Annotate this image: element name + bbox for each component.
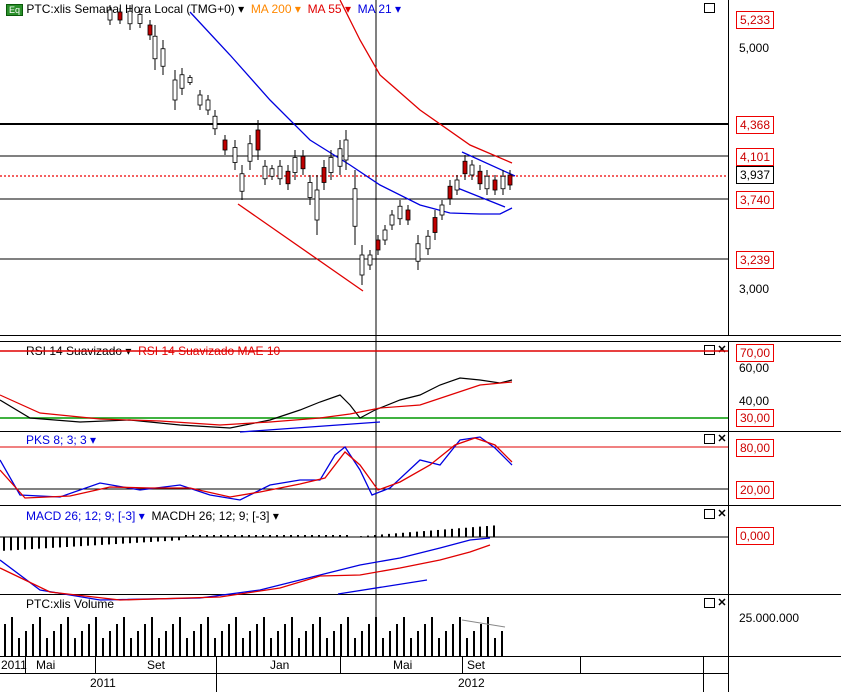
candle-body — [477, 170, 483, 185]
candle-body — [382, 229, 388, 241]
chart-drawings — [0, 0, 728, 656]
candle-body — [179, 74, 185, 89]
rsi-line — [0, 377, 513, 429]
candle-body — [269, 168, 275, 177]
candle-body — [432, 217, 438, 233]
candle-body — [262, 165, 268, 180]
candle-body — [292, 157, 298, 173]
pks-k-line — [0, 436, 513, 501]
candle-body — [462, 160, 468, 175]
trendline — [237, 203, 364, 292]
candle-body — [147, 24, 153, 36]
candle-body — [389, 214, 395, 226]
candle-body — [277, 165, 283, 180]
candle-body — [247, 143, 253, 162]
candle-body — [367, 254, 373, 266]
ma21-line — [189, 11, 513, 215]
candle-body — [285, 170, 291, 185]
candle-body — [187, 77, 193, 83]
candle-body — [492, 179, 498, 191]
candle-body — [307, 182, 313, 198]
candle-body — [439, 204, 445, 216]
macd-trendline — [337, 579, 428, 595]
volume-trendline — [461, 619, 506, 628]
candle-body — [405, 209, 411, 221]
candle-body — [484, 175, 490, 190]
candle-body — [222, 139, 228, 151]
candle-body — [255, 129, 261, 151]
candle-body — [425, 235, 431, 250]
candle-body — [239, 173, 245, 192]
candle-body — [152, 35, 158, 60]
candle-body — [359, 254, 365, 276]
candle-body — [117, 11, 123, 21]
candle-body — [352, 188, 358, 227]
candle-body — [507, 174, 513, 186]
candle-body — [314, 189, 320, 221]
rsi-trendline — [239, 421, 381, 433]
candle-body — [205, 99, 211, 111]
candle-body — [397, 205, 403, 220]
candle-body — [454, 179, 460, 191]
candle-body — [343, 139, 349, 161]
ma55-line — [339, 0, 513, 164]
candle-body — [300, 155, 306, 170]
candle-body — [212, 115, 218, 130]
candle-body — [375, 239, 381, 251]
candle-body — [197, 94, 203, 106]
candle-body — [415, 243, 421, 262]
candle-body — [328, 157, 334, 173]
candle-body — [137, 14, 143, 24]
candle-body — [469, 164, 475, 176]
candle-body — [337, 148, 343, 167]
candle-body — [107, 9, 113, 21]
chart-window: Eq PTC:xlis Semanal Hora Local (TMG+0) ▾… — [0, 0, 841, 692]
candle-body — [172, 79, 178, 101]
candle-body — [160, 48, 166, 67]
candle-body — [447, 185, 453, 200]
macd-line — [0, 537, 491, 601]
candle-body — [232, 147, 238, 163]
candle-body — [500, 175, 506, 190]
candle-body — [321, 167, 327, 183]
candle-body — [127, 10, 133, 25]
